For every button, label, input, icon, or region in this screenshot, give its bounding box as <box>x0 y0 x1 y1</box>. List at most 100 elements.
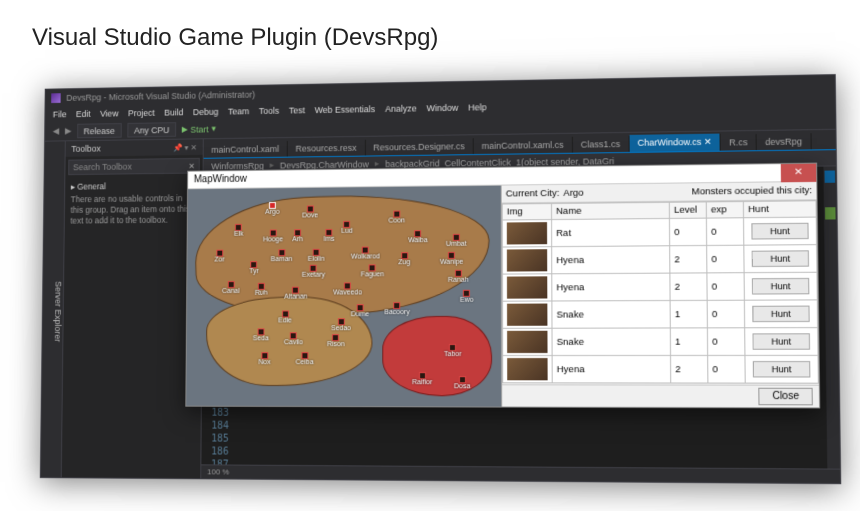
col-img[interactable]: Img <box>502 204 551 220</box>
city-wolkarod[interactable]: Wolkarod <box>351 246 380 260</box>
menu-help[interactable]: Help <box>468 102 486 112</box>
city-tyr[interactable]: Tyr <box>249 261 259 275</box>
city-ceiba[interactable]: Ceiba <box>296 352 314 366</box>
city-nox[interactable]: Nox <box>258 352 270 366</box>
table-row[interactable]: Hyena20Hunt <box>502 245 817 274</box>
city-zor[interactable]: Zor <box>214 250 224 264</box>
zoom-level[interactable]: 100 % <box>207 467 229 476</box>
hunt-button[interactable]: Hunt <box>753 361 810 377</box>
city-wanipe[interactable]: Wanipe <box>440 252 463 266</box>
tab-resources-designer-cs[interactable]: Resources.Designer.cs <box>365 138 473 155</box>
city-elolin[interactable]: Elolin <box>308 249 325 263</box>
city-argo[interactable]: Argo <box>265 202 279 216</box>
menu-tools[interactable]: Tools <box>259 106 279 116</box>
menu-test[interactable]: Test <box>289 105 305 115</box>
city-label: Coon <box>388 217 405 224</box>
city-dume[interactable]: Dume <box>351 304 369 318</box>
city-bacoory[interactable]: Bacoory <box>384 302 409 316</box>
tab-resources-resx[interactable]: Resources.resx <box>288 140 366 157</box>
search-clear-icon[interactable]: ✕ <box>188 161 195 170</box>
city-raifior[interactable]: Raifior <box>412 372 432 386</box>
hunt-button[interactable]: Hunt <box>752 278 809 295</box>
world-map-pane[interactable]: Argo Dove Elk Hooge Arh Lud Ims CoonWaiba Umbat Z… <box>186 186 502 407</box>
city-marker-icon <box>401 252 408 259</box>
current-city-label: Current City: <box>506 188 560 200</box>
menu-analyze[interactable]: Analyze <box>385 104 417 114</box>
col-exp[interactable]: exp <box>706 202 743 219</box>
city-lud[interactable]: Lud <box>341 221 353 235</box>
table-row[interactable]: Rat00Hunt <box>502 217 816 247</box>
col-name[interactable]: Name <box>551 202 669 219</box>
city-rison[interactable]: Rison <box>327 334 345 348</box>
city-coon[interactable]: Coon <box>388 211 405 225</box>
tab-maincontrol-xaml-cs[interactable]: mainControl.xaml.cs <box>474 137 573 154</box>
city-hooge[interactable]: Hooge <box>263 229 283 243</box>
table-row[interactable]: Hyena20Hunt <box>503 355 819 383</box>
tab-maincontrol-xaml[interactable]: mainControl.xaml <box>204 141 288 158</box>
menu-build[interactable]: Build <box>164 107 183 117</box>
pin-icon[interactable]: 📌 ▾ ✕ <box>173 143 197 152</box>
nav-fwd-icon[interactable]: ▶ <box>65 126 72 137</box>
hunt-button[interactable]: Hunt <box>751 223 808 240</box>
menu-web-essentials[interactable]: Web Essentials <box>315 104 376 115</box>
city-ewo[interactable]: Ewo <box>460 290 474 304</box>
city-faguen[interactable]: Faguen <box>361 264 384 278</box>
city-elk[interactable]: Elk <box>234 224 244 238</box>
city-waveedo[interactable]: Waveedo <box>333 282 362 296</box>
cell-name: Hyena <box>552 355 671 383</box>
cell-level: 2 <box>671 355 708 383</box>
page-heading: Visual Studio Game Plugin (DevsRpg) <box>32 24 438 52</box>
start-debug-button[interactable]: Start ▾ <box>182 123 216 134</box>
city-dove[interactable]: Dove <box>302 205 318 219</box>
city-cavilo[interactable]: Cavilo <box>284 332 303 346</box>
config-combo[interactable]: Release <box>77 123 122 138</box>
city-sedao[interactable]: Sedao <box>331 318 351 332</box>
city-ruh[interactable]: Ruh <box>255 283 268 297</box>
toolbox-search-input[interactable]: Search Toolbox ✕ <box>68 158 200 175</box>
city-arh[interactable]: Arh <box>292 229 303 243</box>
nav-back-icon[interactable]: ◀ <box>53 126 60 137</box>
tab-charwindow-cs[interactable]: CharWindow.cs ✕ <box>629 134 721 152</box>
city-edie[interactable]: Edie <box>278 310 292 324</box>
monster-table[interactable]: ImgNameLevelexpHunt Rat00HuntHyena20Hunt… <box>502 200 819 384</box>
hunt-button[interactable]: Hunt <box>752 250 809 267</box>
city-ims[interactable]: Ims <box>323 229 334 243</box>
hunt-button[interactable]: Hunt <box>752 306 809 323</box>
city-canal[interactable]: Canal <box>222 281 240 295</box>
city-dosa[interactable]: Dosa <box>454 376 470 390</box>
close-button[interactable]: Close <box>759 388 813 406</box>
city-umbat[interactable]: Umbat <box>446 234 467 248</box>
table-row[interactable]: Snake10Hunt <box>503 328 818 356</box>
close-icon[interactable]: ✕ <box>781 163 817 182</box>
menu-debug[interactable]: Debug <box>193 107 219 117</box>
city-zug[interactable]: Zug <box>398 252 410 266</box>
city-baman[interactable]: Baman <box>271 249 293 263</box>
platform-combo[interactable]: Any CPU <box>127 122 176 137</box>
menu-edit[interactable]: Edit <box>76 109 91 119</box>
table-row[interactable]: Snake10Hunt <box>502 300 817 328</box>
monster-thumbnail <box>507 331 547 353</box>
city-waiba[interactable]: Waiba <box>408 230 427 244</box>
menu-project[interactable]: Project <box>128 108 155 118</box>
table-row[interactable]: Hyena20Hunt <box>502 272 817 301</box>
city-marker-icon <box>338 318 345 325</box>
tab-class1-cs[interactable]: Class1.cs <box>573 136 630 153</box>
city-tabor[interactable]: Tabor <box>444 344 462 358</box>
map-window-footer: Close <box>502 384 819 407</box>
col-level[interactable]: Level <box>669 202 706 219</box>
tab-devsrpg[interactable]: devsRpg <box>757 133 812 150</box>
hunt-button[interactable]: Hunt <box>753 333 810 349</box>
menu-team[interactable]: Team <box>228 106 249 116</box>
tab-r-cs[interactable]: R.cs <box>721 134 757 151</box>
cell-hunt: Hunt <box>744 272 817 300</box>
city-label: Raifior <box>412 379 432 386</box>
city-ranah[interactable]: Ranah <box>448 270 469 284</box>
menu-file[interactable]: File <box>53 109 67 119</box>
city-seda[interactable]: Seda <box>253 328 269 342</box>
city-altanan[interactable]: Altanan <box>284 287 307 301</box>
menu-window[interactable]: Window <box>426 103 458 113</box>
menu-view[interactable]: View <box>100 109 118 119</box>
col-hunt[interactable]: Hunt <box>743 201 816 218</box>
city-exetary[interactable]: Exetary <box>302 265 325 279</box>
toolbox-group-general[interactable]: ▸ General <box>71 180 197 192</box>
